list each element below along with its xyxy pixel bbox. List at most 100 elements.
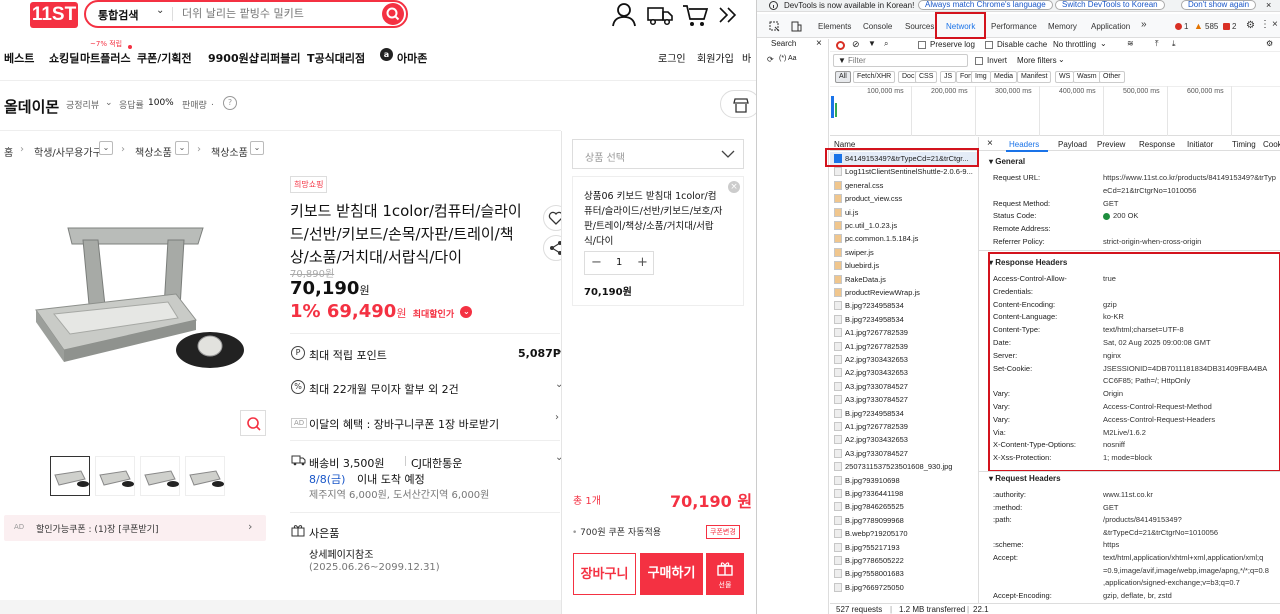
settings-icon[interactable]: ⚙ <box>1266 39 1273 48</box>
request-row[interactable]: RakeData.js <box>830 273 978 286</box>
request-row[interactable]: product_view.css <box>830 192 978 205</box>
filter-chip[interactable]: CSS <box>915 71 938 83</box>
download-icon[interactable]: ⤓ <box>1172 39 1176 49</box>
switch-korean-button[interactable]: Switch DevTools to Korean <box>1055 0 1165 10</box>
request-row[interactable]: pc.util_1.0.23.js <box>830 219 978 232</box>
double-chevron-right-icon[interactable] <box>716 2 738 28</box>
request-headers-title[interactable]: ▾ Request Headers <box>989 474 1061 483</box>
request-row[interactable]: B.jpg?234958534 <box>830 313 978 326</box>
close-icon[interactable]: × <box>1272 19 1278 30</box>
breadcrumb-item[interactable]: 학생/사무용가구 <box>34 144 102 159</box>
cart-icon[interactable] <box>682 2 708 28</box>
nav-amazon[interactable]: 아마존 <box>397 50 427 66</box>
request-row[interactable]: B.jpg?336441198 <box>830 487 978 500</box>
request-row[interactable]: B.jpg?786505222 <box>830 554 978 567</box>
filter-chip[interactable]: Manifest <box>1017 71 1052 83</box>
monthly-benefit[interactable]: 이달의 혜택 : 장바구니쿠폰 1장 바로받기 <box>309 416 499 432</box>
chevron-down-icon[interactable]: ⌄ <box>460 306 473 318</box>
request-row[interactable]: Log11stClientSentinelShuttle-2.0.6-9... <box>830 165 978 178</box>
tab-console[interactable]: Console <box>863 22 892 31</box>
tab-memory[interactable]: Memory <box>1048 22 1077 31</box>
gift-button[interactable]: 선물 <box>706 553 744 595</box>
chevron-down-icon[interactable]: ⌄ <box>156 5 164 16</box>
seller-name[interactable]: 올데이몬 <box>4 96 59 117</box>
chevron-down-icon[interactable]: ⌄ <box>1100 39 1107 48</box>
close-icon[interactable]: × <box>816 38 822 49</box>
request-row[interactable]: A3.jpg?330784527 <box>830 393 978 406</box>
filter-chip[interactable]: JS <box>940 71 957 83</box>
search-input[interactable] <box>182 7 372 20</box>
nav-more[interactable]: 바 <box>742 50 751 65</box>
coupon-change-button[interactable]: 쿠폰변경 <box>706 525 740 539</box>
close-icon[interactable]: × <box>987 138 993 149</box>
more-filters[interactable]: More filters <box>1017 56 1057 65</box>
tab-sources[interactable]: Sources <box>905 22 934 31</box>
more-tabs-icon[interactable]: » <box>1141 19 1147 30</box>
store-button[interactable] <box>720 90 756 118</box>
product-thumbnail[interactable] <box>140 456 180 496</box>
request-row[interactable]: A1.jpg?267782539 <box>830 420 978 433</box>
tab-response[interactable]: Response <box>1139 140 1175 149</box>
tab-timing[interactable]: Timing <box>1232 140 1256 149</box>
close-icon[interactable]: × <box>728 181 740 193</box>
wifi-icon[interactable]: ≋ <box>1127 39 1134 48</box>
nav-best[interactable]: 베스트 <box>4 50 34 66</box>
match-language-button[interactable]: Always match Chrome's language <box>918 0 1053 10</box>
filter-chip[interactable]: Wasm <box>1073 71 1101 83</box>
filter-chip[interactable]: WS <box>1055 71 1075 83</box>
settings-icon[interactable]: ⚙ <box>1246 20 1255 31</box>
user-icon[interactable] <box>611 2 637 28</box>
info-count[interactable]: 2 <box>1232 22 1236 31</box>
search-options[interactable]: (*) Aa <box>779 55 797 62</box>
close-icon[interactable]: × <box>1266 0 1271 10</box>
chevron-down-icon[interactable]: ⌄ <box>175 141 189 155</box>
coupon-banner[interactable]: AD 할인가능쿠폰 : (1)장 [쿠폰받기] › <box>4 515 266 541</box>
site-logo[interactable]: 11ST <box>30 2 78 28</box>
nav-9900[interactable]: 9900원샵 <box>208 50 259 66</box>
breadcrumb-item[interactable]: 책상소품 <box>211 144 248 159</box>
refresh-icon[interactable]: ⟳ <box>767 55 774 64</box>
tab-headers[interactable]: Headers <box>1009 140 1039 149</box>
tab-cookies[interactable]: Cookie <box>1263 140 1280 149</box>
disable-cache-checkbox[interactable] <box>985 41 993 49</box>
search-button[interactable] <box>382 3 404 25</box>
dont-show-button[interactable]: Don't show again <box>1181 0 1257 10</box>
request-row[interactable]: ui.js <box>830 206 978 219</box>
product-image[interactable] <box>28 210 244 386</box>
nav-mart-plus[interactable]: 마트플러스 <box>80 50 131 66</box>
clear-icon[interactable]: ⊘ <box>852 39 860 50</box>
minus-icon[interactable]: − <box>591 255 602 270</box>
more-options-icon[interactable]: ⋮ <box>1260 19 1270 30</box>
inspect-icon[interactable] <box>769 21 780 32</box>
chevron-down-icon[interactable]: ⌄ <box>250 141 264 155</box>
delivery-truck-icon[interactable] <box>647 2 673 28</box>
join-link[interactable]: 회원가입 <box>697 50 734 65</box>
product-thumbnail[interactable] <box>50 456 90 496</box>
throttling-select[interactable]: No throttling <box>1053 40 1096 49</box>
request-row[interactable]: A1.jpg?267782539 <box>830 340 978 353</box>
chevron-right-icon[interactable]: › <box>555 412 559 423</box>
breadcrumb-item[interactable]: 책상소품 <box>135 144 172 159</box>
request-row[interactable]: B.webp?19205170 <box>830 527 978 540</box>
filter-chip[interactable]: Img <box>971 71 991 83</box>
filter-chip[interactable]: Fetch/XHR <box>853 71 896 83</box>
upload-icon[interactable]: ⤒ <box>1155 39 1159 49</box>
request-row[interactable]: A2.jpg?303432653 <box>830 433 978 446</box>
request-row[interactable]: A1.jpg?267782539 <box>830 326 978 339</box>
chevron-down-icon[interactable]: ⌄ <box>99 141 113 155</box>
nav-coupon[interactable]: 쿠폰/기획전 <box>137 50 192 66</box>
tab-preview[interactable]: Preview <box>1097 140 1125 149</box>
product-thumbnail[interactable] <box>95 456 135 496</box>
help-icon[interactable]: ? <box>223 96 237 110</box>
filter-input[interactable]: ▼ Filter <box>833 54 968 67</box>
option-select[interactable]: 상품 선택 <box>572 139 744 169</box>
zoom-button[interactable] <box>240 410 266 436</box>
request-row[interactable]: 2507311537523501608_930.jpg <box>830 460 978 473</box>
request-row[interactable]: B.jpg?669725050 <box>830 581 978 594</box>
tab-payload[interactable]: Payload <box>1058 140 1087 149</box>
general-section-title[interactable]: ▾ General <box>989 157 1025 166</box>
login-link[interactable]: 로그인 <box>658 50 686 65</box>
product-thumbnail[interactable] <box>185 456 225 496</box>
filter-chip[interactable]: Media <box>990 71 1018 83</box>
request-row[interactable]: B.jpg?234958534 <box>830 299 978 312</box>
